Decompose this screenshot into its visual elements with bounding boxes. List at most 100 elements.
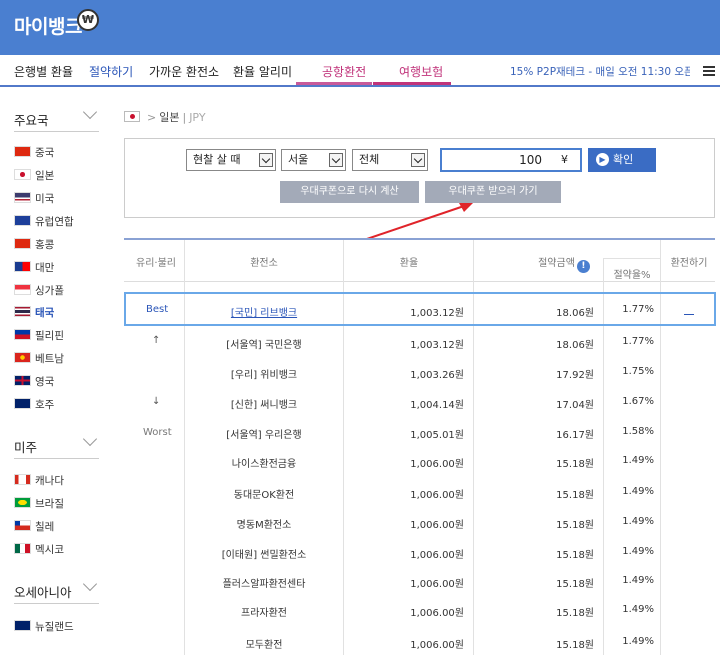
rate-value: 1,006.00원 [410, 579, 464, 590]
country-australia[interactable]: 호주 [14, 398, 54, 412]
region-title-oceania[interactable]: 오세아니아 [14, 582, 72, 601]
rate-value: 1,003.12원 [410, 340, 464, 351]
saving-pct-value: 1.49% [622, 455, 654, 466]
saving-value: 15.18원 [556, 640, 594, 651]
arrow-up-icon: ↑ [152, 335, 161, 346]
japan-flag-icon [124, 111, 140, 122]
country-philippines[interactable]: 필리핀 [14, 329, 64, 343]
saving-pct-value: 1.49% [622, 636, 654, 647]
saving-value: 15.18원 [556, 490, 594, 501]
saving-pct-value: 1.49% [622, 516, 654, 527]
city-select[interactable]: 서울 [281, 149, 346, 171]
country-mexico[interactable]: 멕시코 [14, 543, 64, 557]
header-exchange: 환전하기 [670, 258, 708, 269]
country-vietnam[interactable]: 베트남 [14, 352, 64, 366]
chevron-down-icon[interactable] [82, 104, 98, 120]
site-logo[interactable]: 마이뱅크 [14, 12, 82, 39]
saving-value: 17.92원 [556, 370, 594, 381]
arrow-down-icon: ↓ [152, 396, 161, 407]
saving-value: 15.18원 [556, 579, 594, 590]
hamburger-menu-icon[interactable] [703, 66, 715, 76]
chevron-down-icon [329, 153, 343, 167]
shop-name[interactable]: 동대문OK환전 [186, 486, 342, 501]
country-chile[interactable]: 칠레 [14, 520, 54, 534]
breadcrumb-currency-code: JPY [189, 111, 206, 124]
country-newzealand[interactable]: 뉴질랜드 [14, 620, 74, 634]
confirm-button[interactable]: ▶ 확인 [588, 148, 656, 172]
breadcrumb: > 일본 | JPY [124, 109, 206, 125]
nav-airport-exchange[interactable]: 공항환전 [322, 63, 366, 80]
info-icon[interactable]: ! [576, 260, 590, 273]
nav-underline-insurance [373, 82, 451, 85]
currency-unit: ¥ [561, 153, 568, 166]
chile-flag-icon [14, 520, 31, 531]
shop-name[interactable]: 플러스알파환전센타 [186, 575, 342, 590]
country-china[interactable]: 중국 [14, 146, 54, 160]
country-taiwan[interactable]: 대만 [14, 261, 54, 275]
promo-ticker[interactable]: 15% P2P재테크 - 매일 오전 11:30 오픈 [510, 64, 690, 79]
amount-input[interactable]: 100 ¥ [440, 148, 582, 172]
country-hongkong[interactable]: 홍콩 [14, 238, 54, 252]
country-thailand[interactable]: 태국 [14, 306, 54, 320]
chevron-down-icon[interactable] [82, 431, 98, 447]
area-select[interactable]: 전체 [352, 149, 428, 171]
saving-pct-value: 1.75% [622, 366, 654, 377]
canada-flag-icon [14, 474, 31, 485]
shop-name[interactable]: [이태원] 썬밀환전소 [186, 546, 342, 561]
country-uk[interactable]: 영국 [14, 375, 54, 389]
shop-name[interactable]: [서울역] 국민은행 [186, 336, 342, 351]
exchange-link[interactable] [684, 304, 694, 315]
brazil-flag-icon [14, 497, 31, 508]
worst-label: Worst [143, 427, 172, 438]
country-eu[interactable]: 유럽연합 [14, 215, 74, 229]
country-canada[interactable]: 캐나다 [14, 474, 64, 488]
shop-name[interactable]: [우리] 위비뱅크 [186, 366, 342, 381]
saving-value: 15.18원 [556, 550, 594, 561]
rate-value: 1,006.00원 [410, 608, 464, 619]
shop-name[interactable]: [신한] 써니뱅크 [186, 396, 342, 411]
shop-name[interactable]: 명동M환전소 [186, 516, 342, 531]
mexico-flag-icon [14, 543, 31, 554]
vietnam-flag-icon [14, 352, 31, 363]
shop-name[interactable]: 모두환전 [186, 636, 342, 651]
rate-value: 1,006.00원 [410, 490, 464, 501]
shop-name[interactable]: 프라자환전 [186, 604, 342, 619]
hongkong-flag-icon [14, 238, 31, 249]
saving-pct-value: 1.49% [622, 575, 654, 586]
australia-flag-icon [14, 398, 31, 409]
nav-travel-insurance[interactable]: 여행보험 [399, 63, 443, 80]
saving-pct-value: 1.77% [622, 336, 654, 347]
rates-table-header: 유리·불리 환전소 환율 절약금액! 절약율% 환전하기 [124, 238, 715, 282]
philippines-flag-icon [14, 329, 31, 340]
rate-value: 1,006.00원 [410, 550, 464, 561]
arrow-right-icon: ▶ [596, 153, 609, 166]
country-japan[interactable]: 일본 [14, 169, 54, 183]
nav-nearby-exchange[interactable]: 가까운 환전소 [149, 63, 219, 80]
header-rate: 환율 [399, 258, 419, 269]
nav-bank-rates[interactable]: 은행별 환율 [14, 63, 73, 80]
saving-value: 16.17원 [556, 430, 594, 441]
shop-name[interactable]: [국민] 리브뱅크 [186, 304, 342, 319]
saving-pct-value: 1.58% [622, 426, 654, 437]
region-title-americas[interactable]: 미주 [14, 437, 37, 456]
nav-saving[interactable]: 절약하기 [89, 63, 133, 80]
taiwan-flag-icon [14, 261, 31, 272]
rate-value: 1,006.00원 [410, 459, 464, 470]
saving-value: 18.06원 [556, 308, 594, 319]
country-brazil[interactable]: 브라질 [14, 497, 64, 511]
region-title-major[interactable]: 주요국 [14, 110, 49, 129]
saving-pct-value: 1.77% [622, 304, 654, 315]
transaction-type-select[interactable]: 현찰 살 때 [186, 149, 276, 171]
singapore-flag-icon [14, 284, 31, 295]
main-nav: 은행별 환율 절약하기 가까운 환전소 환율 알리미 공항환전 여행보험 15%… [0, 55, 720, 87]
saving-value: 15.18원 [556, 608, 594, 619]
shop-name[interactable]: 나이스환전금융 [186, 455, 342, 470]
shop-name[interactable]: [서울역] 우리은행 [186, 426, 342, 441]
country-usa[interactable]: 미국 [14, 192, 54, 206]
country-singapore[interactable]: 싱가폴 [14, 284, 64, 298]
chevron-down-icon[interactable] [82, 576, 98, 592]
japan-flag-icon [14, 169, 31, 180]
breadcrumb-country[interactable]: 일본 [159, 111, 179, 124]
top-header: 마이뱅크 ₩ [0, 0, 720, 55]
nav-rate-alert[interactable]: 환율 알리미 [233, 63, 292, 80]
